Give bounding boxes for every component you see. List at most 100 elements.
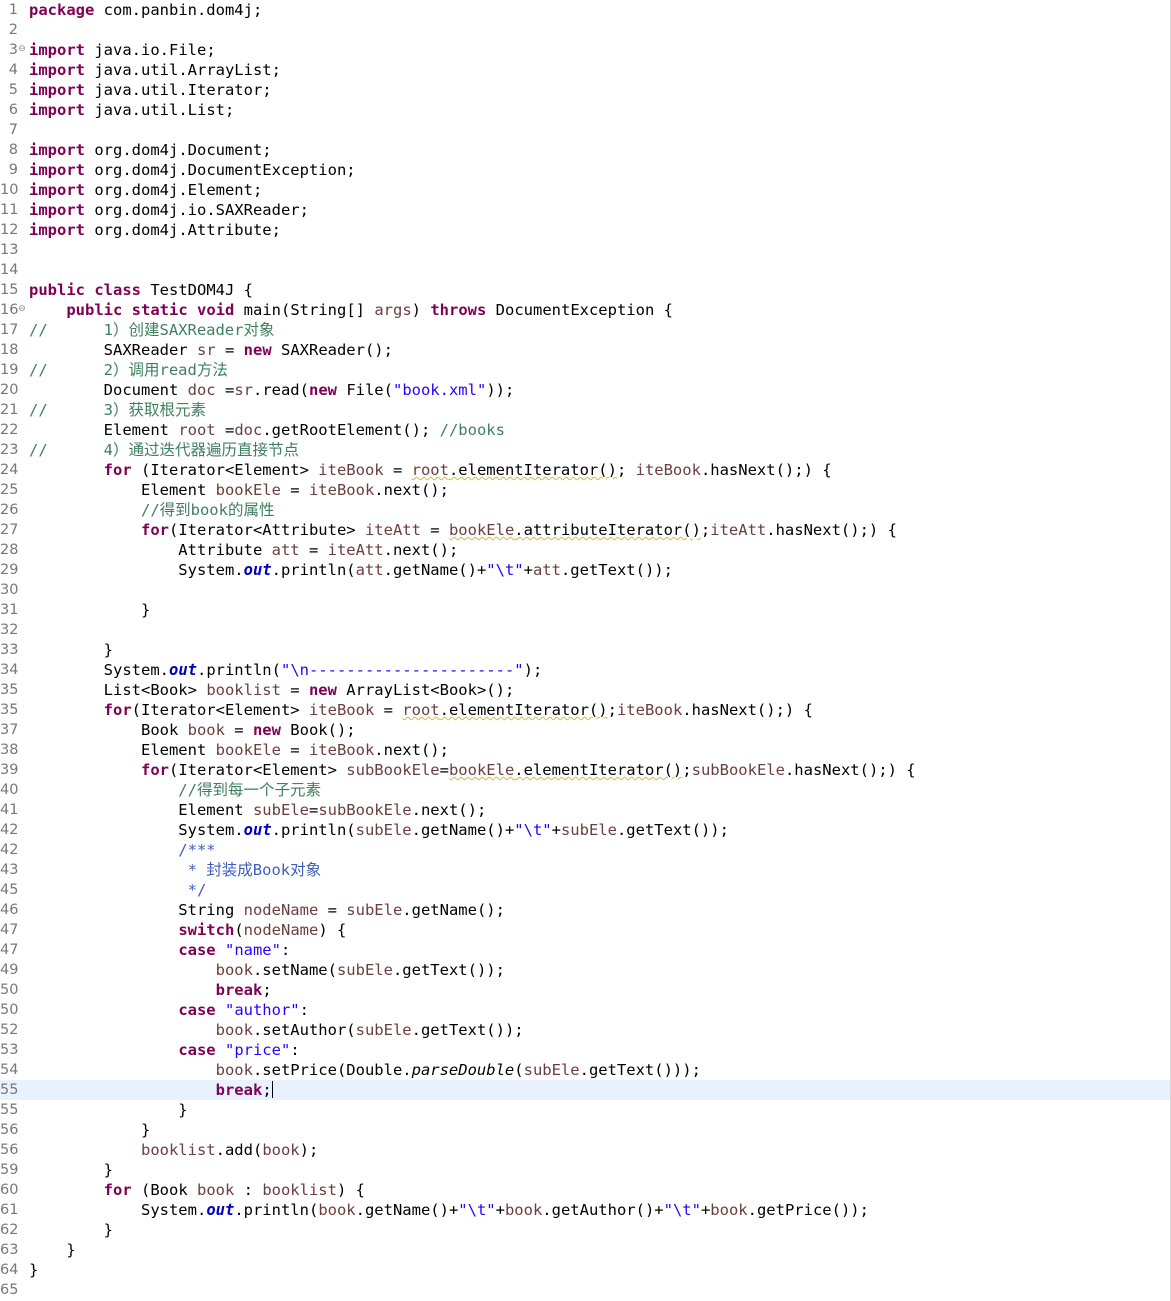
code-line[interactable]: 60 for (Book book : booklist) {: [0, 1180, 1170, 1200]
code-text[interactable]: import java.util.ArrayList;: [29, 60, 281, 80]
code-line[interactable]: 10 import org.dom4j.Element;: [0, 180, 1170, 200]
code-text[interactable]: for(Iterator<Element> subBookEle=bookEle…: [29, 760, 916, 780]
code-line[interactable]: 50 case "author":: [0, 1000, 1170, 1020]
code-text[interactable]: for(Iterator<Attribute> iteAtt = bookEle…: [29, 520, 897, 540]
code-line[interactable]: 42 System.out.println(subEle.getName()+"…: [0, 820, 1170, 840]
code-line[interactable]: 38 Element bookEle = iteBook.next();: [0, 740, 1170, 760]
code-line[interactable]: 31 }: [0, 600, 1170, 620]
code-line[interactable]: 56 }: [0, 1120, 1170, 1140]
code-line[interactable]: 62 }: [0, 1220, 1170, 1240]
code-text[interactable]: public class TestDOM4J {: [29, 280, 253, 300]
code-line[interactable]: 9 import org.dom4j.DocumentException;: [0, 160, 1170, 180]
code-line[interactable]: 33 }: [0, 640, 1170, 660]
code-line[interactable]: 59 }: [0, 1160, 1170, 1180]
code-line[interactable]: 29 System.out.println(att.getName()+"\t"…: [0, 560, 1170, 580]
code-text[interactable]: Element subEle=subBookEle.next();: [29, 800, 486, 820]
code-editor[interactable]: 1 package com.panbin.dom4j; 2 3 ⊖ import java…: [0, 0, 1171, 1301]
code-line[interactable]: 61 System.out.println(book.getName()+"\t…: [0, 1200, 1170, 1220]
code-text[interactable]: import org.dom4j.Element;: [29, 180, 262, 200]
code-line[interactable]: 16 ⊖ public static void main(String[] arg…: [0, 300, 1170, 320]
code-line[interactable]: 64}: [0, 1260, 1170, 1280]
code-line[interactable]: 42 /***: [0, 840, 1170, 860]
code-line[interactable]: 37 Book book = new Book();: [0, 720, 1170, 740]
code-line[interactable]: 28 Attribute att = iteAtt.next();: [0, 540, 1170, 560]
code-text[interactable]: break;: [29, 1080, 273, 1100]
code-line[interactable]: 40 //得到每一个子元素: [0, 780, 1170, 800]
code-line[interactable]: 13: [0, 240, 1170, 260]
code-text[interactable]: Element bookEle = iteBook.next();: [29, 480, 449, 500]
code-text[interactable]: Book book = new Book();: [29, 720, 356, 740]
code-text[interactable]: for (Iterator<Element> iteBook = root.el…: [29, 460, 832, 480]
code-text[interactable]: booklist.add(book);: [29, 1140, 318, 1160]
code-text[interactable]: case "name":: [29, 940, 290, 960]
code-text[interactable]: for(Iterator<Element> iteBook = root.ele…: [29, 700, 813, 720]
code-text[interactable]: /***: [29, 840, 215, 860]
code-line[interactable]: 55 }: [0, 1100, 1170, 1120]
code-text[interactable]: List<Book> booklist = new ArrayList<Book…: [29, 680, 515, 700]
code-text[interactable]: import org.dom4j.Attribute;: [29, 220, 281, 240]
code-text[interactable]: }: [29, 1260, 38, 1280]
code-text[interactable]: case "price":: [29, 1040, 299, 1060]
code-line[interactable]: 19 // 2）调用read方法: [0, 360, 1170, 380]
code-text[interactable]: import java.util.Iterator;: [29, 80, 272, 100]
code-text[interactable]: import java.io.File;: [29, 40, 216, 60]
code-text[interactable]: }: [29, 1220, 113, 1240]
code-line[interactable]: 6 import java.util.List;: [0, 100, 1170, 120]
code-line[interactable]: 1 package com.panbin.dom4j;: [0, 0, 1170, 20]
code-text[interactable]: import org.dom4j.Document;: [29, 140, 272, 160]
code-line[interactable]: 65: [0, 1280, 1170, 1300]
code-line[interactable]: 8 import org.dom4j.Document;: [0, 140, 1170, 160]
code-text[interactable]: }: [29, 600, 150, 620]
code-text[interactable]: // 3）获取根元素: [29, 400, 206, 420]
code-text[interactable]: book.setName(subEle.getText());: [29, 960, 505, 980]
code-text[interactable]: book.setPrice(Double.parseDouble(subEle.…: [29, 1060, 701, 1080]
code-text[interactable]: for (Book book : booklist) {: [29, 1180, 365, 1200]
code-line[interactable]: 4 import java.util.ArrayList;: [0, 60, 1170, 80]
code-line[interactable]: 43 * 封装成Book对象: [0, 860, 1170, 880]
code-line[interactable]: 39 for(Iterator<Element> subBookEle=book…: [0, 760, 1170, 780]
code-line-current[interactable]: 55 break;: [0, 1080, 1170, 1100]
code-text[interactable]: System.out.println(subEle.getName()+"\t"…: [29, 820, 729, 840]
fold-collapse-icon[interactable]: ⊖: [17, 300, 27, 318]
code-line[interactable]: 47 switch(nodeName) {: [0, 920, 1170, 940]
code-text[interactable]: Element root =doc.getRootElement(); //bo…: [29, 420, 505, 440]
code-line[interactable]: 27 for(Iterator<Attribute> iteAtt = book…: [0, 520, 1170, 540]
code-line[interactable]: 5 import java.util.Iterator;: [0, 80, 1170, 100]
code-line[interactable]: 22 Element root =doc.getRootElement(); /…: [0, 420, 1170, 440]
code-text[interactable]: }: [29, 1120, 150, 1140]
code-line[interactable]: 34 System.out.println("\n---------------…: [0, 660, 1170, 680]
code-text[interactable]: Document doc =sr.read(new File("book.xml…: [29, 380, 515, 400]
code-text[interactable]: import org.dom4j.DocumentException;: [29, 160, 356, 180]
code-line[interactable]: 41 Element subEle=subBookEle.next();: [0, 800, 1170, 820]
code-line[interactable]: 23 // 4）通过迭代器遍历直接节点: [0, 440, 1170, 460]
code-text[interactable]: System.out.println("\n------------------…: [29, 660, 543, 680]
code-line[interactable]: 18 SAXReader sr = new SAXReader();: [0, 340, 1170, 360]
code-line[interactable]: 49 book.setName(subEle.getText());: [0, 960, 1170, 980]
code-line[interactable]: 56 booklist.add(book);: [0, 1140, 1170, 1160]
code-line[interactable]: 54 book.setPrice(Double.parseDouble(subE…: [0, 1060, 1170, 1080]
code-line[interactable]: 17 // 1）创建SAXReader对象: [0, 320, 1170, 340]
code-text[interactable]: package com.panbin.dom4j;: [29, 0, 262, 20]
code-line[interactable]: 45 */: [0, 880, 1170, 900]
code-text[interactable]: //得到book的属性: [29, 500, 275, 520]
code-line[interactable]: 14: [0, 260, 1170, 280]
code-text[interactable]: Attribute att = iteAtt.next();: [29, 540, 458, 560]
code-text[interactable]: System.out.println(book.getName()+"\t"+b…: [29, 1200, 869, 1220]
code-text[interactable]: */: [29, 880, 207, 900]
code-line[interactable]: 30: [0, 580, 1170, 600]
code-line[interactable]: 7: [0, 120, 1170, 140]
code-text[interactable]: book.setAuthor(subEle.getText());: [29, 1020, 524, 1040]
code-line[interactable]: 21 // 3）获取根元素: [0, 400, 1170, 420]
code-text[interactable]: SAXReader sr = new SAXReader();: [29, 340, 393, 360]
code-line[interactable]: 2: [0, 20, 1170, 40]
code-line[interactable]: 50 break;: [0, 980, 1170, 1000]
code-text[interactable]: break;: [29, 980, 272, 1000]
code-line[interactable]: 53 case "price":: [0, 1040, 1170, 1060]
code-text[interactable]: String nodeName = subEle.getName();: [29, 900, 505, 920]
code-text[interactable]: import java.util.List;: [29, 100, 234, 120]
code-line[interactable]: 3 ⊖ import java.io.File;: [0, 40, 1170, 60]
code-text[interactable]: System.out.println(att.getName()+"\t"+at…: [29, 560, 673, 580]
code-line[interactable]: 47 case "name":: [0, 940, 1170, 960]
code-line[interactable]: 15 public class TestDOM4J {: [0, 280, 1170, 300]
code-text[interactable]: * 封装成Book对象: [29, 860, 322, 880]
